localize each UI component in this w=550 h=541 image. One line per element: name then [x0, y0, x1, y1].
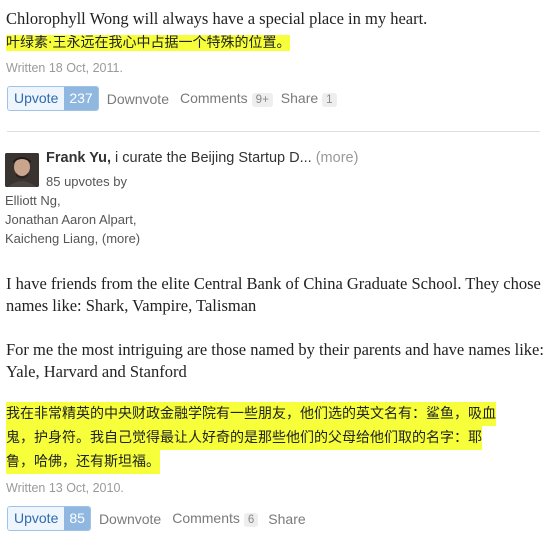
answer-2-written-date: Written 13 Oct, 2010.	[6, 481, 124, 495]
author-more-link[interactable]: (more)	[312, 150, 359, 166]
answer-2-upvote-button[interactable]: Upvote 85	[7, 506, 91, 531]
upvote-count: 85	[64, 507, 90, 530]
answer-2-action-bar: Upvote 85 Downvote Comments 6 Share	[7, 506, 306, 531]
avatar-photo-icon	[5, 153, 39, 187]
upvoter-link[interactable]: Elliott Ng,	[5, 191, 61, 210]
upvote-label: Upvote	[8, 87, 65, 110]
upvotes-count-text: 85 upvotes by	[46, 174, 127, 189]
answer-2-chinese-line: 鲁，哈佛，还有斯坦福。	[6, 450, 160, 474]
answer-2-downvote-link[interactable]: Downvote	[99, 511, 161, 527]
author-bio: i curate the Beijing Startup D...	[111, 150, 312, 166]
answer-1-written-date: Written 18 Oct, 2011.	[6, 61, 123, 75]
comments-label: Comments	[179, 90, 248, 106]
comments-count: 6	[243, 513, 259, 527]
upvoter-link[interactable]: Jonathan Aaron Alpart,	[5, 210, 137, 229]
answer-1-downvote-link[interactable]: Downvote	[107, 91, 169, 107]
answer-2-share-link[interactable]: Share	[268, 511, 305, 527]
upvote-label: Upvote	[8, 507, 65, 530]
answer-1-action-bar: Upvote 237 Downvote Comments 9+ Share 1	[7, 86, 337, 111]
answer-2-comments-link[interactable]: Comments 6	[172, 510, 259, 527]
upvoter-line: Kaicheng Liang, (more)	[5, 229, 140, 248]
author-line: Frank Yu, i curate the Beijing Startup D…	[46, 150, 358, 166]
answer-1-comments-link[interactable]: Comments 9+	[180, 90, 273, 107]
answer-2-paragraph-1: I have friends from the elite Central Ba…	[6, 274, 541, 315]
answer-1-english-text: Chlorophyll Wong will always have a spec…	[6, 9, 428, 28]
answer-1-chinese-text: 叶绿素·王永远在我心中占据一个特殊的位置。	[6, 35, 291, 51]
author-avatar[interactable]	[5, 153, 39, 187]
share-label: Share	[280, 90, 319, 106]
share-count: 1	[322, 93, 337, 107]
answer-2-chinese-block: 我在非常精英的中央财政金融学院有一些朋友，他们选的英文名有：鲨鱼，吸血 鬼，护身…	[6, 402, 546, 474]
answer-2-chinese-line: 我在非常精英的中央财政金融学院有一些朋友，他们选的英文名有：鲨鱼，吸血	[6, 402, 496, 426]
comments-label: Comments	[172, 510, 240, 526]
upvoter-link[interactable]: Kaicheng Liang,	[5, 231, 98, 246]
answer-1-upvote-button[interactable]: Upvote 237	[7, 86, 99, 111]
upvoters-more-link[interactable]: (more)	[98, 231, 140, 246]
answer-2-paragraph-2: For me the most intriguing are those nam…	[6, 340, 544, 381]
answer-1-share-link[interactable]: Share 1	[281, 90, 337, 107]
answer-divider	[7, 131, 540, 132]
answer-2-chinese-line: 鬼，护身符。我自己觉得最让人好奇的是那些他们的父母给他们取的名字：耶	[6, 426, 482, 450]
author-name-link[interactable]: Frank Yu,	[46, 150, 111, 166]
comments-count: 9+	[251, 93, 273, 107]
upvote-count: 237	[64, 87, 98, 110]
answer-1-chinese-block: 叶绿素·王永远在我心中占据一个特殊的位置。	[6, 32, 291, 54]
